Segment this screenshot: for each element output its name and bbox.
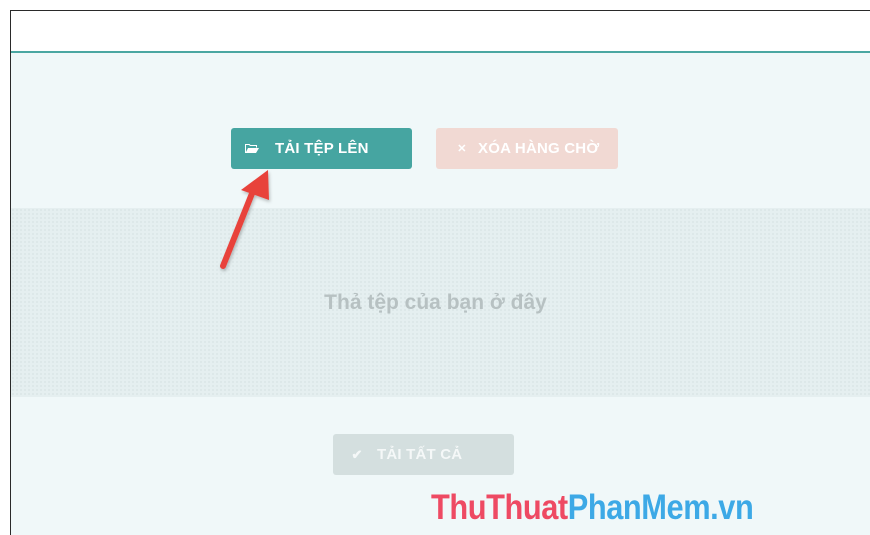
upload-panel: TẢI TỆP LÊN ✕ XÓA HÀNG CHỜ Thả tệp của b…	[10, 10, 870, 535]
watermark-part1: ThuThuat	[431, 488, 568, 527]
top-bar	[11, 11, 870, 53]
upload-all-button[interactable]: ✔ TẢI TẤT CẢ	[333, 434, 514, 475]
red-arrow-annotation	[220, 170, 269, 269]
drop-zone-text: Thả tệp của bạn ở đây	[324, 290, 547, 314]
upload-files-label: TẢI TỆP LÊN	[275, 140, 369, 157]
close-icon: ✕	[457, 143, 467, 155]
clear-queue-button[interactable]: ✕ XÓA HÀNG CHỜ	[436, 128, 618, 169]
check-icon: ✔	[351, 446, 363, 462]
upload-files-button[interactable]: TẢI TỆP LÊN	[231, 128, 412, 169]
watermark-logo: ThuThuatPhanMem.vn	[431, 488, 754, 528]
folder-open-icon	[245, 143, 259, 154]
drop-zone[interactable]: Thả tệp của bạn ở đây	[11, 208, 870, 397]
upload-all-label: TẢI TẤT CẢ	[377, 446, 463, 463]
watermark-part2: PhanMem.vn	[567, 488, 754, 527]
clear-queue-label: XÓA HÀNG CHỜ	[478, 140, 600, 157]
